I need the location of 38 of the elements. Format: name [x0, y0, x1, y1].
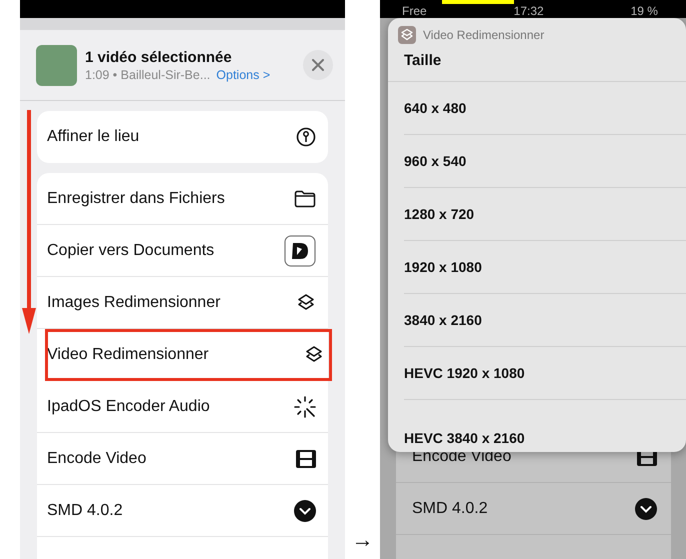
size-option[interactable]: 3840 x 2160 [404, 294, 686, 347]
pin-icon [296, 127, 316, 147]
action-item[interactable]: Encode Video [37, 433, 328, 485]
close-button[interactable] [303, 50, 333, 80]
video-info: 1:09 • Bailleul-Sir-Be... [85, 68, 210, 82]
chevron-icon [635, 498, 657, 520]
status-time: 17:32 [514, 4, 544, 18]
size-option[interactable]: 1920 x 1080 [404, 241, 686, 294]
folder-icon [294, 190, 316, 208]
battery-level: 19 % [630, 4, 658, 18]
action-item[interactable]: Video Redimensionner [45, 329, 332, 381]
action-item[interactable]: SMD 4.0.2 [396, 483, 671, 535]
action-item[interactable]: Enregistrer dans Fichiers [37, 173, 328, 225]
app-name: Video Redimensionner [423, 28, 544, 42]
carrier-name: Free [402, 4, 427, 18]
size-option[interactable]: 960 x 540 [404, 135, 686, 188]
sheet-title: 1 vidéo sélectionnée [85, 48, 233, 66]
size-option[interactable]: HEVC 1920 x 1080 [404, 347, 686, 400]
layers-icon [398, 26, 416, 44]
close-icon [312, 59, 324, 71]
size-option[interactable]: 640 x 480 [404, 82, 686, 135]
action-item[interactable]: SMD 4.0.2 [37, 485, 328, 537]
layers-icon [296, 292, 316, 312]
action-item[interactable]: Affiner le lieu [37, 111, 328, 163]
highlight-mark [442, 0, 514, 4]
film-icon [296, 450, 316, 468]
sparkle-icon [294, 396, 316, 418]
photo-placeholder [36, 44, 77, 86]
options-link[interactable]: Options > [216, 68, 270, 82]
action-item[interactable]: Images Redimensionner [37, 277, 328, 329]
layers-icon [304, 344, 324, 364]
chevron-icon [294, 500, 316, 522]
size-option[interactable]: 1280 x 720 [404, 188, 686, 241]
action-item[interactable]: IpadOS Encoder Audio [37, 381, 328, 433]
transition-arrow: → [352, 529, 374, 551]
app-logo-icon [284, 234, 316, 266]
menu-title: Taille [388, 44, 686, 82]
action-item[interactable]: Copier vers Documents [37, 225, 328, 277]
